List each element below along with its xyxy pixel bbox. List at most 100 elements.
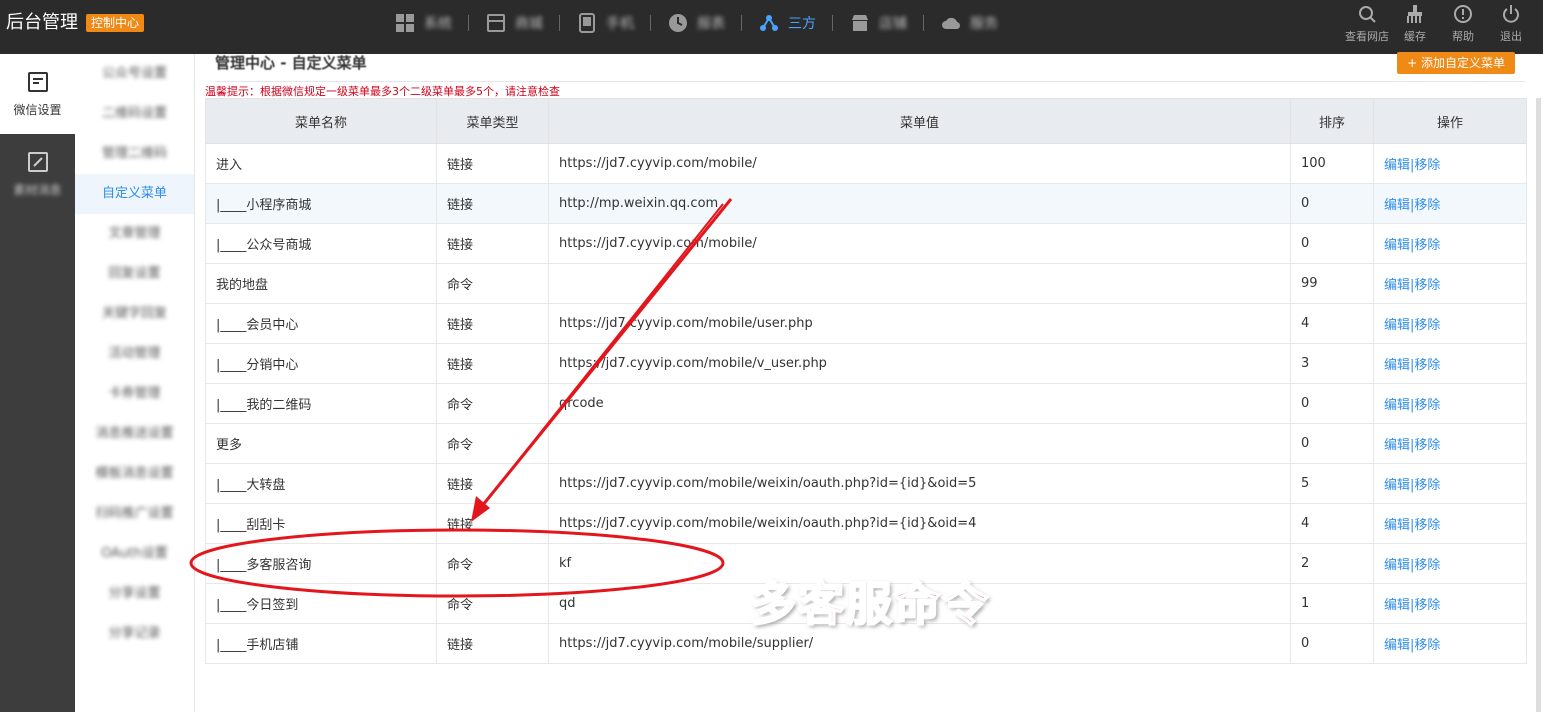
cell-actions: 编辑|移除 bbox=[1373, 343, 1527, 384]
remove-link[interactable]: 移除 bbox=[1414, 518, 1440, 533]
edit-link[interactable]: 编辑 bbox=[1384, 198, 1410, 213]
cell-name: 进入 bbox=[205, 143, 437, 184]
power-icon bbox=[1503, 5, 1519, 23]
submenu-item[interactable]: 回复设置 bbox=[75, 254, 194, 294]
nav-item-third-party[interactable]: 三方 bbox=[742, 0, 832, 46]
submenu-item[interactable]: 分享记录 bbox=[75, 614, 194, 654]
edit-link[interactable]: 编辑 bbox=[1384, 158, 1410, 173]
nav-label: 报表 bbox=[697, 16, 725, 32]
page-title: 管理中心 - 自定义菜单 bbox=[215, 54, 367, 72]
cell-name: |____大转盘 bbox=[205, 463, 437, 504]
edit-link[interactable]: 编辑 bbox=[1384, 438, 1410, 453]
table-row: |____手机店铺 链接 https://jd7.cyyvip.com/mobile… bbox=[205, 623, 1527, 664]
cell-name: |____刮刮卡 bbox=[205, 503, 437, 544]
sidebar-item-materials[interactable]: 素材消息 bbox=[0, 134, 75, 214]
control-center-badge[interactable]: 控制中心 bbox=[86, 14, 145, 32]
cell-value bbox=[548, 263, 1291, 304]
submenu-item[interactable]: 扫码推广设置 bbox=[75, 494, 194, 534]
cell-actions: 编辑|移除 bbox=[1373, 183, 1527, 224]
primary-sidebar: 微信设置 素材消息 bbox=[0, 54, 75, 712]
edit-link[interactable]: 编辑 bbox=[1384, 558, 1410, 573]
remove-link[interactable]: 移除 bbox=[1414, 598, 1440, 613]
cell-name: |____手机店铺 bbox=[205, 623, 437, 664]
nav-label: 三方 bbox=[788, 16, 816, 32]
edit-link[interactable]: 编辑 bbox=[1384, 478, 1410, 493]
cell-name: 我的地盘 bbox=[205, 263, 437, 304]
table-row: |____公众号商城 链接 https://jd7.cyyvip.com/mobil… bbox=[205, 223, 1527, 264]
submenu-item[interactable]: 消息推送设置 bbox=[75, 414, 194, 454]
table-row: |____分销中心 链接 https://jd7.cyyvip.com/mobile… bbox=[205, 343, 1527, 384]
submenu-item[interactable]: 二维码设置 bbox=[75, 94, 194, 134]
remove-link[interactable]: 移除 bbox=[1414, 158, 1440, 173]
submenu-item[interactable]: 卡券管理 bbox=[75, 374, 194, 414]
cell-actions: 编辑|移除 bbox=[1373, 423, 1527, 464]
cell-name: 更多 bbox=[205, 423, 437, 464]
broom-icon bbox=[1407, 5, 1422, 23]
nav-item-mobile[interactable]: 手机 bbox=[560, 0, 650, 46]
edit-link[interactable]: 编辑 bbox=[1384, 278, 1410, 293]
column-header-type: 菜单类型 bbox=[436, 98, 549, 144]
nav-label: 商城 bbox=[515, 16, 543, 32]
remove-link[interactable]: 移除 bbox=[1414, 318, 1440, 333]
network-icon bbox=[758, 12, 780, 34]
cell-actions: 编辑|移除 bbox=[1373, 143, 1527, 184]
cell-name: |____会员中心 bbox=[205, 303, 437, 344]
help-button[interactable]: 帮助 bbox=[1439, 2, 1487, 44]
submenu-item[interactable]: 活动管理 bbox=[75, 334, 194, 374]
table-header-row: 菜单名称 菜单类型 菜单值 排序 操作 bbox=[205, 98, 1527, 144]
nav-item-shop[interactable]: 店铺 bbox=[833, 0, 923, 46]
nav-item-report[interactable]: 报表 bbox=[651, 0, 741, 46]
nav-item-service[interactable]: 服务 bbox=[924, 0, 1014, 46]
add-custom-menu-button[interactable]: + 添加自定义菜单 bbox=[1397, 52, 1515, 74]
remove-link[interactable]: 移除 bbox=[1414, 478, 1440, 493]
cell-sort: 0 bbox=[1290, 423, 1374, 464]
brand-title: 后台管理 bbox=[6, 12, 78, 33]
cell-sort: 5 bbox=[1290, 463, 1374, 504]
edit-link[interactable]: 编辑 bbox=[1384, 598, 1410, 613]
cell-value bbox=[548, 423, 1291, 464]
cell-value: http://mp.weixin.qq.com bbox=[548, 183, 1291, 224]
sidebar-item-wechat-settings[interactable]: 微信设置 bbox=[0, 54, 75, 134]
submenu-item[interactable]: 分享设置 bbox=[75, 574, 194, 614]
submenu-item[interactable]: 关键字回复 bbox=[75, 294, 194, 334]
cache-button[interactable]: 缓存 bbox=[1391, 2, 1439, 44]
brand: 后台管理 控制中心 bbox=[6, 12, 145, 34]
remove-link[interactable]: 移除 bbox=[1414, 238, 1440, 253]
submenu-item[interactable]: 模板消息设置 bbox=[75, 454, 194, 494]
submenu-item[interactable]: 文章管理 bbox=[75, 214, 194, 254]
submenu-item[interactable]: 公众号设置 bbox=[75, 54, 194, 94]
edit-link[interactable]: 编辑 bbox=[1384, 238, 1410, 253]
edit-link[interactable]: 编辑 bbox=[1384, 358, 1410, 373]
remove-link[interactable]: 移除 bbox=[1414, 278, 1440, 293]
nav-item-mall[interactable]: 商城 bbox=[469, 0, 559, 46]
column-header-name: 菜单名称 bbox=[205, 98, 437, 144]
submenu-item[interactable]: OAuth设置 bbox=[75, 534, 194, 574]
remove-link[interactable]: 移除 bbox=[1414, 438, 1440, 453]
cell-sort: 0 bbox=[1290, 623, 1374, 664]
cell-sort: 0 bbox=[1290, 383, 1374, 424]
logout-button[interactable]: 退出 bbox=[1487, 2, 1535, 44]
search-icon bbox=[1359, 6, 1376, 23]
cell-type: 命令 bbox=[436, 583, 549, 624]
view-store-button[interactable]: 查看网店 bbox=[1343, 2, 1391, 44]
remove-link[interactable]: 移除 bbox=[1414, 358, 1440, 373]
nav-item-system[interactable]: 系统 bbox=[378, 0, 468, 46]
cache-label: 缓存 bbox=[1404, 30, 1426, 43]
submenu-item[interactable]: 管理二维码 bbox=[75, 134, 194, 174]
submenu-item-custom-menu[interactable]: 自定义菜单 bbox=[75, 174, 194, 214]
remove-link[interactable]: 移除 bbox=[1414, 398, 1440, 413]
edit-link[interactable]: 编辑 bbox=[1384, 638, 1410, 653]
cell-sort: 1 bbox=[1290, 583, 1374, 624]
vertical-scrollbar[interactable] bbox=[1536, 98, 1541, 712]
document-icon bbox=[27, 71, 48, 92]
edit-link[interactable]: 编辑 bbox=[1384, 318, 1410, 333]
edit-link[interactable]: 编辑 bbox=[1384, 398, 1410, 413]
remove-link[interactable]: 移除 bbox=[1414, 558, 1440, 573]
table-row: 进入 链接 https://jd7.cyyvip.com/mobile/100 编辑|… bbox=[205, 143, 1527, 184]
edit-link[interactable]: 编辑 bbox=[1384, 518, 1410, 533]
cell-actions: 编辑|移除 bbox=[1373, 463, 1527, 504]
remove-link[interactable]: 移除 bbox=[1414, 198, 1440, 213]
cell-value: qd bbox=[548, 583, 1291, 624]
table-row: |____小程序商城 链接 http://mp.weixin.qq.com 0 编辑|移… bbox=[205, 183, 1527, 224]
remove-link[interactable]: 移除 bbox=[1414, 638, 1440, 653]
